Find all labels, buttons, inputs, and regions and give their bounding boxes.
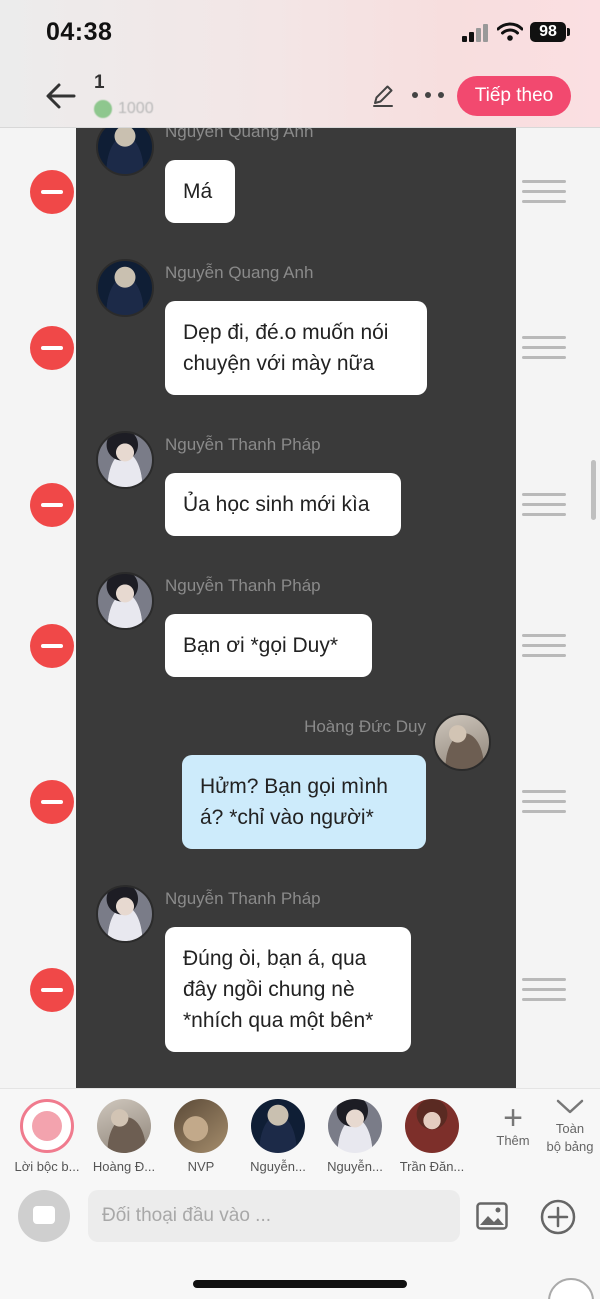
remove-message-button[interactable]	[30, 780, 74, 824]
message-bubble[interactable]: Dẹp đi, đé.o muốn nói chuyện với mày nữa	[165, 301, 427, 395]
narration-toggle-button[interactable]	[18, 1190, 70, 1242]
message-line: *nhích qua một bên*	[183, 1009, 374, 1032]
sender-name: Nguyễn Quang Anh	[165, 263, 314, 282]
character-tray: + Thêm Toàn bộ bảng Lời bộc b... Hoàng Đ.…	[0, 1088, 600, 1180]
character-name: Nguyễn...	[327, 1159, 383, 1174]
story-subtitle: 1000	[94, 98, 154, 120]
battery-indicator: 98	[530, 22, 570, 42]
composer-bar	[0, 1180, 600, 1299]
message-line: Đúng òi, bạn á, qua	[183, 947, 367, 970]
character-item[interactable]: Lời bộc b...	[9, 1099, 85, 1174]
message-line: á? *chỉ vào người*	[200, 806, 374, 829]
character-avatar	[405, 1099, 459, 1153]
avatar	[96, 885, 154, 943]
status-time: 04:38	[46, 18, 113, 46]
drag-handle-icon[interactable]	[522, 179, 566, 204]
show-all-button[interactable]: Toàn bộ bảng	[542, 1099, 598, 1156]
character-item[interactable]: Trần Đăn...	[394, 1099, 470, 1174]
add-circle-icon[interactable]	[540, 1199, 576, 1235]
add-character-button[interactable]: + Thêm	[490, 1099, 536, 1148]
character-avatar	[251, 1099, 305, 1153]
pencil-icon[interactable]	[370, 82, 396, 108]
message-line: Má	[183, 180, 213, 203]
message-line: Dẹp đi, đé.o muốn nói	[183, 321, 389, 344]
message-line: chuyện với mày nữa	[183, 352, 375, 375]
plus-icon: +	[503, 1099, 523, 1137]
remove-message-button[interactable]	[30, 623, 74, 668]
scrollbar[interactable]	[591, 460, 596, 520]
message-bubble[interactable]: Bạn ơi *gọi Duy*	[165, 614, 372, 677]
character-item[interactable]: NVP	[163, 1099, 239, 1174]
sender-name: Nguyễn Thanh Pháp	[165, 576, 321, 595]
character-item[interactable]: Hoàng Đ...	[86, 1099, 162, 1174]
home-indicator	[193, 1280, 407, 1288]
top-bar: 04:38 98 1 1000 Tiếp theo	[0, 0, 600, 128]
message-line: Hửm? Bạn gọi mình	[200, 775, 388, 798]
narrator-icon	[20, 1099, 74, 1153]
drag-handle-icon[interactable]	[522, 790, 566, 814]
show-all-label-2: bộ bảng	[546, 1139, 594, 1154]
character-avatar	[328, 1099, 382, 1153]
add-character-label: Thêm	[496, 1133, 530, 1148]
avatar	[96, 128, 154, 176]
avatar	[433, 713, 491, 771]
message-line: Bạn ơi *gọi Duy*	[183, 634, 339, 657]
remove-message-button[interactable]	[30, 967, 74, 1012]
story-count: 1000	[118, 100, 154, 117]
next-button[interactable]: Tiếp theo	[457, 76, 571, 116]
drag-handle-icon[interactable]	[522, 336, 566, 360]
back-arrow-icon[interactable]	[44, 80, 78, 112]
remove-message-button[interactable]	[30, 169, 74, 214]
character-name: Hoàng Đ...	[92, 1159, 156, 1174]
avatar	[96, 572, 154, 630]
character-name: Lời bộc b...	[14, 1159, 80, 1174]
message-bubble[interactable]: Đúng òi, bạn á, qua đây ngồi chung nè *nhí…	[165, 927, 411, 1052]
character-name: Nguyễn...	[250, 1159, 306, 1174]
dialog-input[interactable]	[88, 1190, 460, 1242]
verified-check-icon	[94, 100, 112, 118]
character-item[interactable]: Nguyễn...	[317, 1099, 393, 1174]
message-line: đây ngồi chung nè	[183, 978, 355, 1001]
sender-name: Hoàng Đức Duy	[304, 717, 426, 736]
message-bubble[interactable]: Ủa học sinh mới kìa	[165, 473, 401, 536]
character-item[interactable]: Nguyễn...	[240, 1099, 316, 1174]
show-all-label-1: Toàn	[555, 1121, 585, 1136]
story-title: 1	[94, 72, 105, 93]
sender-name: Nguyễn Thanh Pháp	[165, 435, 321, 454]
drag-handle-icon[interactable]	[522, 977, 566, 1002]
remove-message-button[interactable]	[30, 326, 74, 370]
more-icon[interactable]	[412, 92, 444, 100]
message-bubble[interactable]: Hửm? Bạn gọi mình á? *chỉ vào người*	[182, 755, 426, 849]
character-name: Trần Đăn...	[399, 1159, 465, 1174]
chevron-down-icon	[556, 1099, 584, 1114]
drag-handle-icon[interactable]	[522, 492, 566, 517]
character-avatar	[97, 1099, 151, 1153]
character-name: NVP	[187, 1159, 215, 1174]
avatar	[96, 431, 154, 489]
remove-message-button[interactable]	[30, 482, 74, 527]
wifi-icon	[497, 22, 523, 41]
chat-panel: Nguyễn Quang Anh Má Nguyễn Quang Anh Dẹp đi…	[76, 128, 516, 1088]
message-bubble[interactable]: Má	[165, 160, 235, 223]
character-avatar	[174, 1099, 228, 1153]
avatar	[96, 259, 154, 317]
cell-signal-icon	[462, 24, 490, 42]
image-icon[interactable]	[476, 1202, 508, 1230]
scroll-up-button[interactable]	[548, 1278, 594, 1299]
message-line: Ủa học sinh mới kìa	[183, 493, 370, 516]
sender-name: Nguyễn Quang Anh	[165, 128, 314, 141]
drag-handle-icon[interactable]	[522, 633, 566, 658]
sender-name: Nguyễn Thanh Pháp	[165, 889, 321, 908]
